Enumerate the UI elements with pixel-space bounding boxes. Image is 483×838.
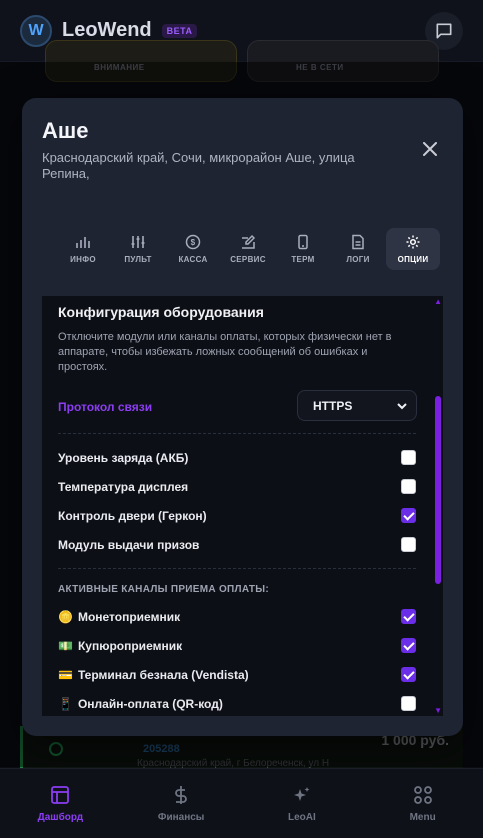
dashboard-icon: [51, 786, 70, 804]
sparkles-icon: [293, 787, 310, 801]
tab-label: СЕРВИС: [230, 255, 266, 264]
tab-remote[interactable]: ПУЛЬТ: [111, 228, 165, 270]
scrollbar-thumb[interactable]: [435, 396, 441, 584]
svg-text:$: $: [191, 238, 196, 247]
banknote-icon: 💵: [58, 639, 73, 653]
close-button[interactable]: [419, 138, 441, 160]
tab-options[interactable]: ОПЦИИ: [386, 228, 440, 270]
module-checkbox[interactable]: [401, 508, 416, 523]
brand-name: LeoWend: [62, 19, 152, 41]
tab-cash[interactable]: $ КАССА: [166, 228, 220, 270]
module-label: Температура дисплея: [58, 480, 189, 494]
channel-checkbox[interactable]: [401, 638, 416, 653]
dollar-icon: $: [185, 234, 201, 250]
edit-icon: [242, 234, 256, 249]
modal-tabs: ИНФО ПУЛЬТ $ КАССА СЕРВИС ТЕРМ ЛОГИ ОПЦИ…: [56, 228, 440, 270]
tab-label: ПУЛЬТ: [124, 255, 152, 264]
nav-label: Menu: [409, 812, 436, 823]
dollar-icon: [175, 786, 187, 804]
module-checkbox[interactable]: [401, 479, 416, 494]
scroll-down-icon[interactable]: ▼: [434, 706, 442, 715]
channel-row-qr[interactable]: 📱 Онлайн-оплата (QR-код): [58, 694, 416, 714]
app-root: W LeoWend BETA ВНИМАНИЕ НЕ В СЕТИ 205288…: [0, 0, 483, 838]
grid-icon: [413, 786, 432, 804]
channel-row-bills[interactable]: 💵 Купюроприемник: [58, 636, 416, 656]
tab-label: ЛОГИ: [346, 255, 370, 264]
tab-label: ОПЦИИ: [397, 255, 429, 264]
module-row-prizes[interactable]: Модуль выдачи призов: [58, 535, 416, 555]
channels-title: АКТИВНЫЕ КАНАЛЫ ПРИЕМА ОПЛАТЫ:: [58, 584, 270, 595]
nav-label: Дашборд: [37, 812, 84, 823]
module-checkbox[interactable]: [401, 450, 416, 465]
nav-leoai[interactable]: LeoAI: [242, 769, 363, 838]
chevron-down-icon: [397, 403, 407, 410]
tab-info[interactable]: ИНФО: [56, 228, 110, 270]
tab-label: ИНФО: [70, 255, 96, 264]
nav-label: LeoAI: [287, 812, 316, 823]
tab-logs[interactable]: ЛОГИ: [331, 228, 385, 270]
module-label: Модуль выдачи призов: [58, 538, 200, 552]
channel-checkbox[interactable]: [401, 696, 416, 711]
chat-icon: [436, 23, 452, 39]
channel-label: Монетоприемник: [77, 610, 181, 624]
module-label: Контроль двери (Геркон): [58, 509, 207, 523]
config-description: Отключите модули или каналы оплаты, кото…: [58, 331, 392, 373]
document-icon: [352, 234, 364, 250]
divider: [58, 433, 416, 434]
tab-label: КАССА: [178, 255, 208, 264]
channel-row-card[interactable]: 💳 Терминал безнала (Vendista): [58, 665, 416, 685]
beta-badge: BETA: [161, 23, 198, 38]
modal-title: Аше: [42, 118, 89, 143]
device-modal: Аше Краснодарский край, Сочи, микрорайон…: [22, 98, 463, 736]
channel-label: Онлайн-оплата (QR-код): [77, 697, 223, 711]
nav-finance[interactable]: Финансы: [121, 769, 242, 838]
bar-chart-icon: [76, 237, 90, 248]
mobile-phone-icon: 📱: [58, 697, 73, 711]
coin-icon: 🪙: [58, 610, 73, 624]
protocol-label: Протокол связи: [58, 400, 153, 414]
bottom-nav: Дашборд Финансы LeoAI Menu: [0, 768, 483, 838]
modal-subtitle: Краснодарский край, Сочи, микрорайон Аше…: [42, 150, 355, 181]
tab-service[interactable]: СЕРВИС: [221, 228, 275, 270]
tab-label: ТЕРМ: [291, 255, 315, 264]
scrollbar[interactable]: ▲ ▼: [432, 296, 443, 716]
channel-row-coins[interactable]: 🪙 Монетоприемник: [58, 607, 416, 627]
module-row-battery[interactable]: Уровень заряда (АКБ): [58, 448, 416, 468]
sliders-icon: [131, 236, 145, 248]
channel-label: Терминал безнала (Vendista): [77, 668, 249, 682]
nav-label: Финансы: [157, 812, 205, 823]
nav-menu[interactable]: Menu: [362, 769, 483, 838]
scroll-up-icon[interactable]: ▲: [434, 297, 442, 306]
options-panel: Конфигурация оборудования Отключите моду…: [42, 296, 443, 716]
channel-checkbox[interactable]: [401, 667, 416, 682]
module-label: Уровень заряда (АКБ): [58, 451, 189, 465]
channel-checkbox[interactable]: [401, 609, 416, 624]
protocol-select[interactable]: HTTPS: [297, 390, 417, 421]
close-icon: [423, 142, 437, 156]
config-title: Конфигурация оборудования: [58, 304, 264, 320]
divider: [58, 568, 416, 569]
module-row-door[interactable]: Контроль двери (Геркон): [58, 506, 416, 526]
tab-terminal[interactable]: ТЕРМ: [276, 228, 330, 270]
nav-dashboard[interactable]: Дашборд: [0, 769, 121, 838]
channel-label: Купюроприемник: [77, 639, 183, 653]
phone-icon: [298, 234, 308, 250]
gear-icon: [406, 235, 420, 249]
credit-card-icon: 💳: [58, 668, 73, 682]
module-checkbox[interactable]: [401, 537, 416, 552]
protocol-value: HTTPS: [313, 398, 353, 413]
module-row-display-temp[interactable]: Температура дисплея: [58, 477, 416, 497]
